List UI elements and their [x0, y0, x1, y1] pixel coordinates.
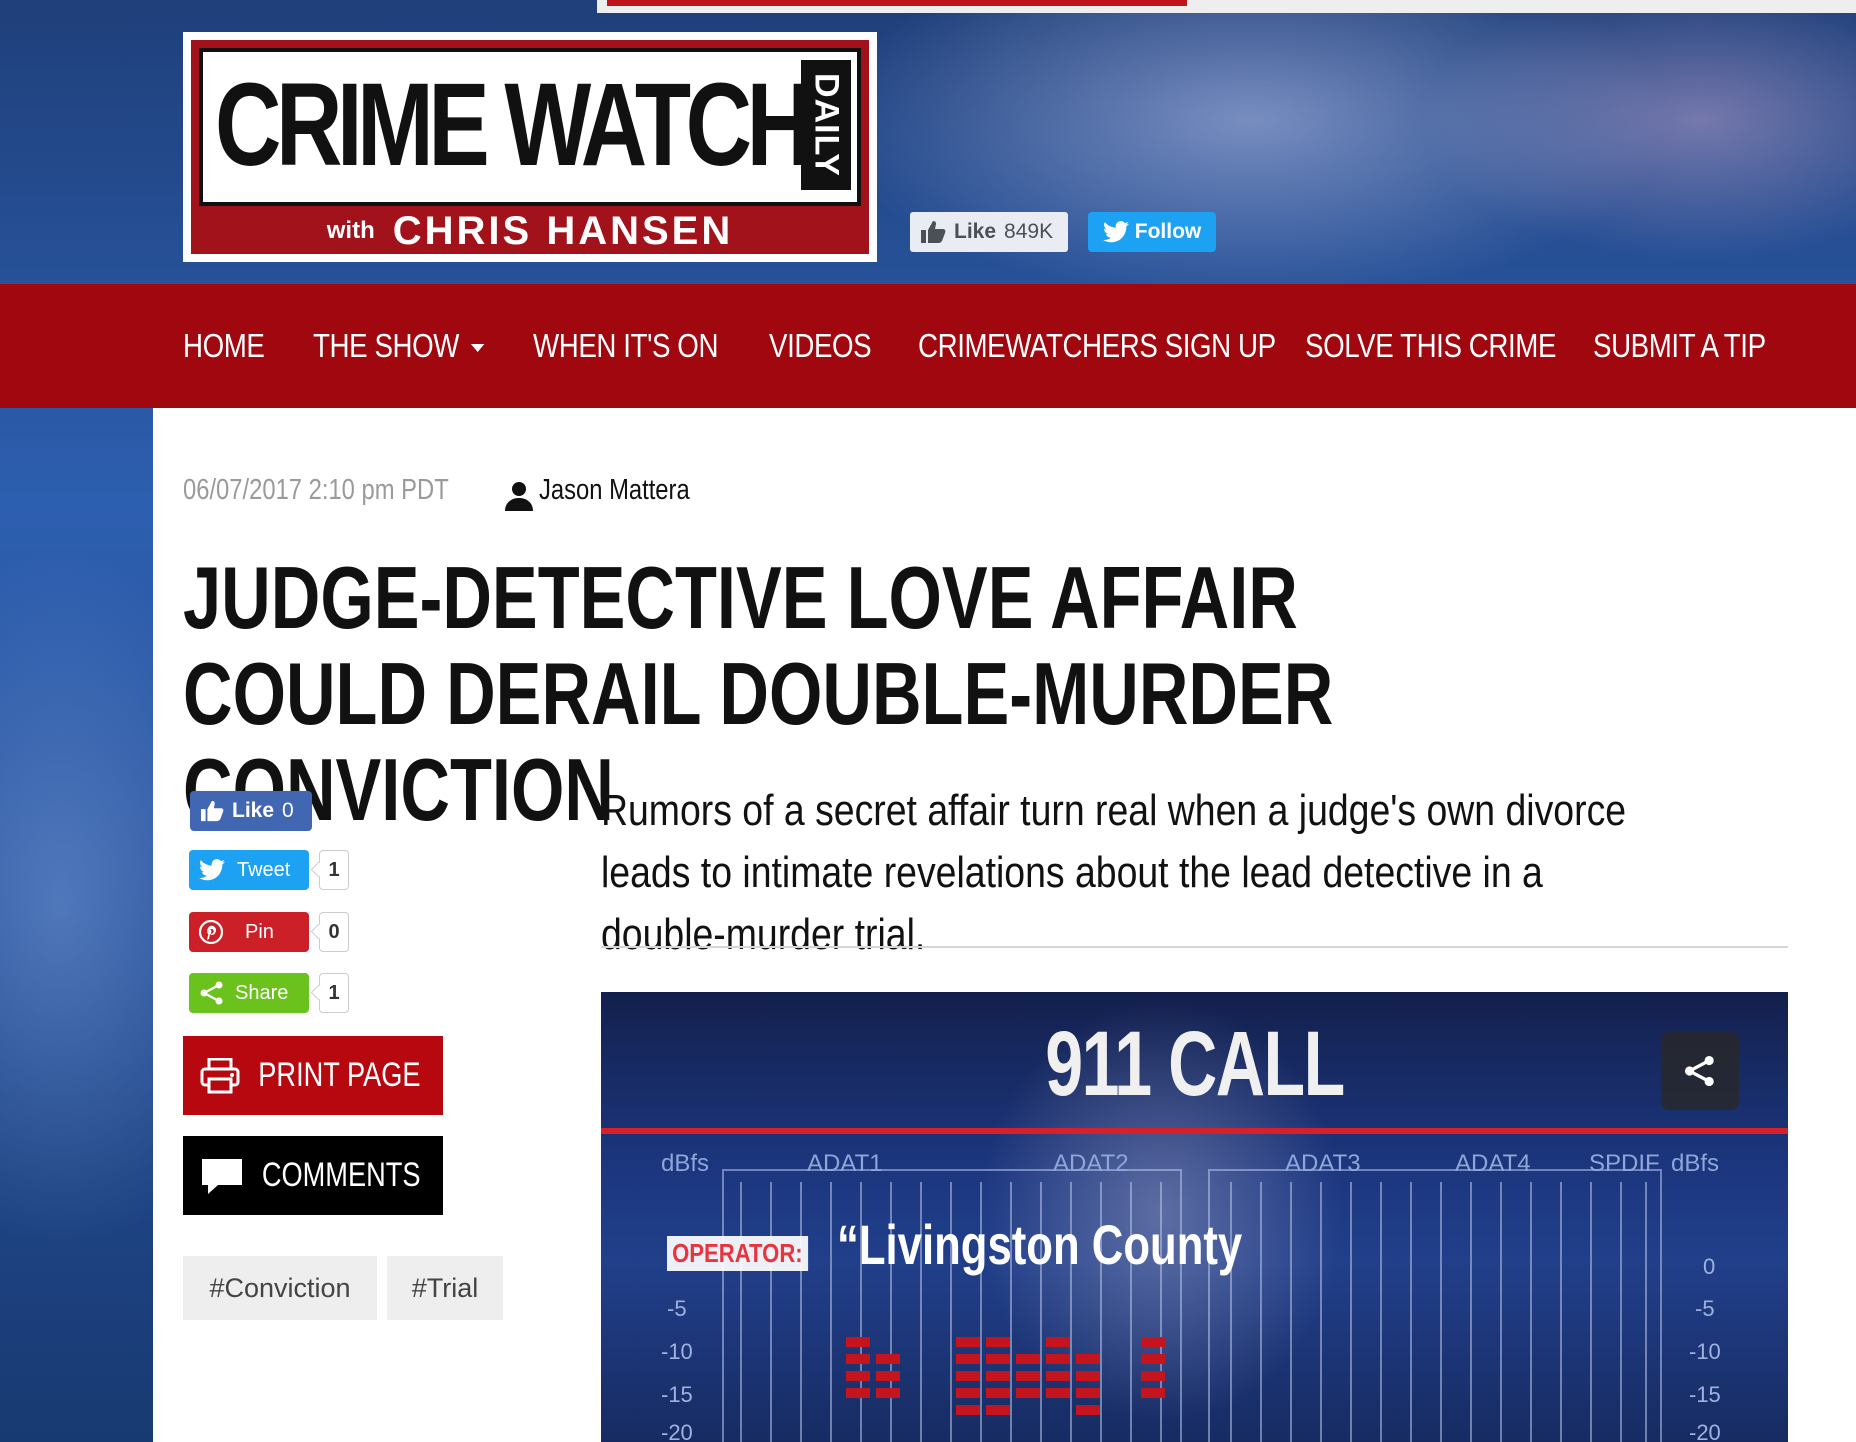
divider [601, 946, 1788, 948]
article-date: 06/07/2017 2:10 pm PDT [183, 474, 449, 506]
db-scale-right: -20 [1689, 1420, 1721, 1442]
site-logo[interactable]: CRIME WATCH DAILY with CHRIS HANSEN [183, 32, 877, 262]
user-icon [505, 482, 533, 511]
like-count: 849K [1004, 220, 1054, 243]
facebook-like-button[interactable]: Like 849K [910, 212, 1068, 252]
meter-label: dBfs [661, 1150, 710, 1177]
article-meta: 06/07/2017 2:10 pm PDT Jason Mattera [183, 474, 690, 511]
thumbs-up-icon [201, 800, 224, 822]
video-share-button[interactable] [1661, 1032, 1739, 1110]
nav-home[interactable]: HOME [183, 284, 265, 408]
tweet-count: 1 [319, 850, 349, 890]
tweet-button[interactable]: Tweet [189, 850, 309, 890]
thumbs-up-icon [921, 221, 946, 243]
operator-label: OPERATOR: [667, 1236, 808, 1271]
article-author[interactable]: Jason Mattera [539, 474, 690, 507]
nav-solve-this-crime[interactable]: SOLVE THIS CRIME [1305, 284, 1556, 408]
db-scale-right: 0 [1703, 1254, 1716, 1279]
pin-count: 0 [319, 912, 349, 952]
pinterest-icon [199, 920, 223, 944]
share-button[interactable]: Share [189, 973, 309, 1013]
meter-label: dBfs [1671, 1150, 1720, 1177]
chevron-down-icon [470, 344, 485, 353]
pinterest-pin-button[interactable]: Pin [189, 912, 309, 952]
db-scale-left: -10 [661, 1339, 693, 1364]
db-scale-left: -15 [661, 1382, 693, 1407]
db-scale-right: -5 [1695, 1296, 1715, 1321]
nav-the-show[interactable]: THE SHOW [313, 284, 485, 408]
nav-when-its-on[interactable]: WHEN IT'S ON [533, 284, 718, 408]
nav-crimewatchers-sign-up[interactable]: CRIMEWATCHERS SIGN UP [918, 284, 1276, 408]
meter-label: SPDIF [1589, 1150, 1660, 1177]
db-scale-right: -15 [1689, 1382, 1721, 1407]
meter-label: ADAT3 [1285, 1150, 1361, 1177]
like-count: 0 [282, 799, 294, 822]
share-count: 1 [319, 973, 349, 1013]
main-navigation: HOME THE SHOW WHEN IT'S ON VIDEOS CRIMEW… [0, 284, 1856, 408]
share-icon [200, 981, 223, 1005]
logo-title: CRIME WATCH [215, 59, 813, 191]
meter-label: ADAT2 [1053, 1150, 1129, 1177]
logo-daily-badge: DAILY [801, 60, 851, 190]
ad-banner[interactable] [597, 0, 1856, 13]
video-caption: “Livingston County [837, 1213, 1243, 1276]
twitter-bird-icon [1102, 221, 1129, 243]
logo-host-line: with CHRIS HANSEN [326, 209, 734, 253]
comments-button[interactable]: COMMENTS [183, 1136, 443, 1215]
speech-bubble-icon [201, 1158, 242, 1194]
meter-label: ADAT1 [807, 1150, 883, 1177]
video-player[interactable]: 911 CALL dBfs ADAT1 ADAT2 ADAT3 ADAT4 SP… [601, 992, 1788, 1442]
article-panel: 06/07/2017 2:10 pm PDT Jason Mattera JUD… [153, 408, 1856, 1442]
share-icon [1684, 1055, 1714, 1087]
twitter-follow-button[interactable]: Follow [1088, 212, 1216, 252]
db-scale-right: -10 [1689, 1339, 1721, 1364]
meter-label: ADAT4 [1455, 1150, 1531, 1177]
article-lede: Rumors of a secret affair turn real when… [601, 786, 1627, 959]
db-scale-left: -20 [661, 1420, 693, 1442]
nav-videos[interactable]: VIDEOS [769, 284, 872, 408]
print-page-button[interactable]: PRINT PAGE [183, 1036, 443, 1115]
nav-submit-a-tip[interactable]: SUBMIT A TIP [1593, 284, 1766, 408]
twitter-bird-icon [199, 859, 225, 881]
tag-conviction[interactable]: #Conviction [183, 1256, 377, 1320]
video-title: 911 CALL [1045, 1013, 1345, 1115]
video-title-underline [601, 1128, 1788, 1134]
printer-icon [200, 1057, 240, 1093]
db-scale-left: -5 [667, 1296, 687, 1321]
tag-trial[interactable]: #Trial [387, 1256, 503, 1320]
facebook-like-share-button[interactable]: Like 0 [190, 791, 312, 831]
